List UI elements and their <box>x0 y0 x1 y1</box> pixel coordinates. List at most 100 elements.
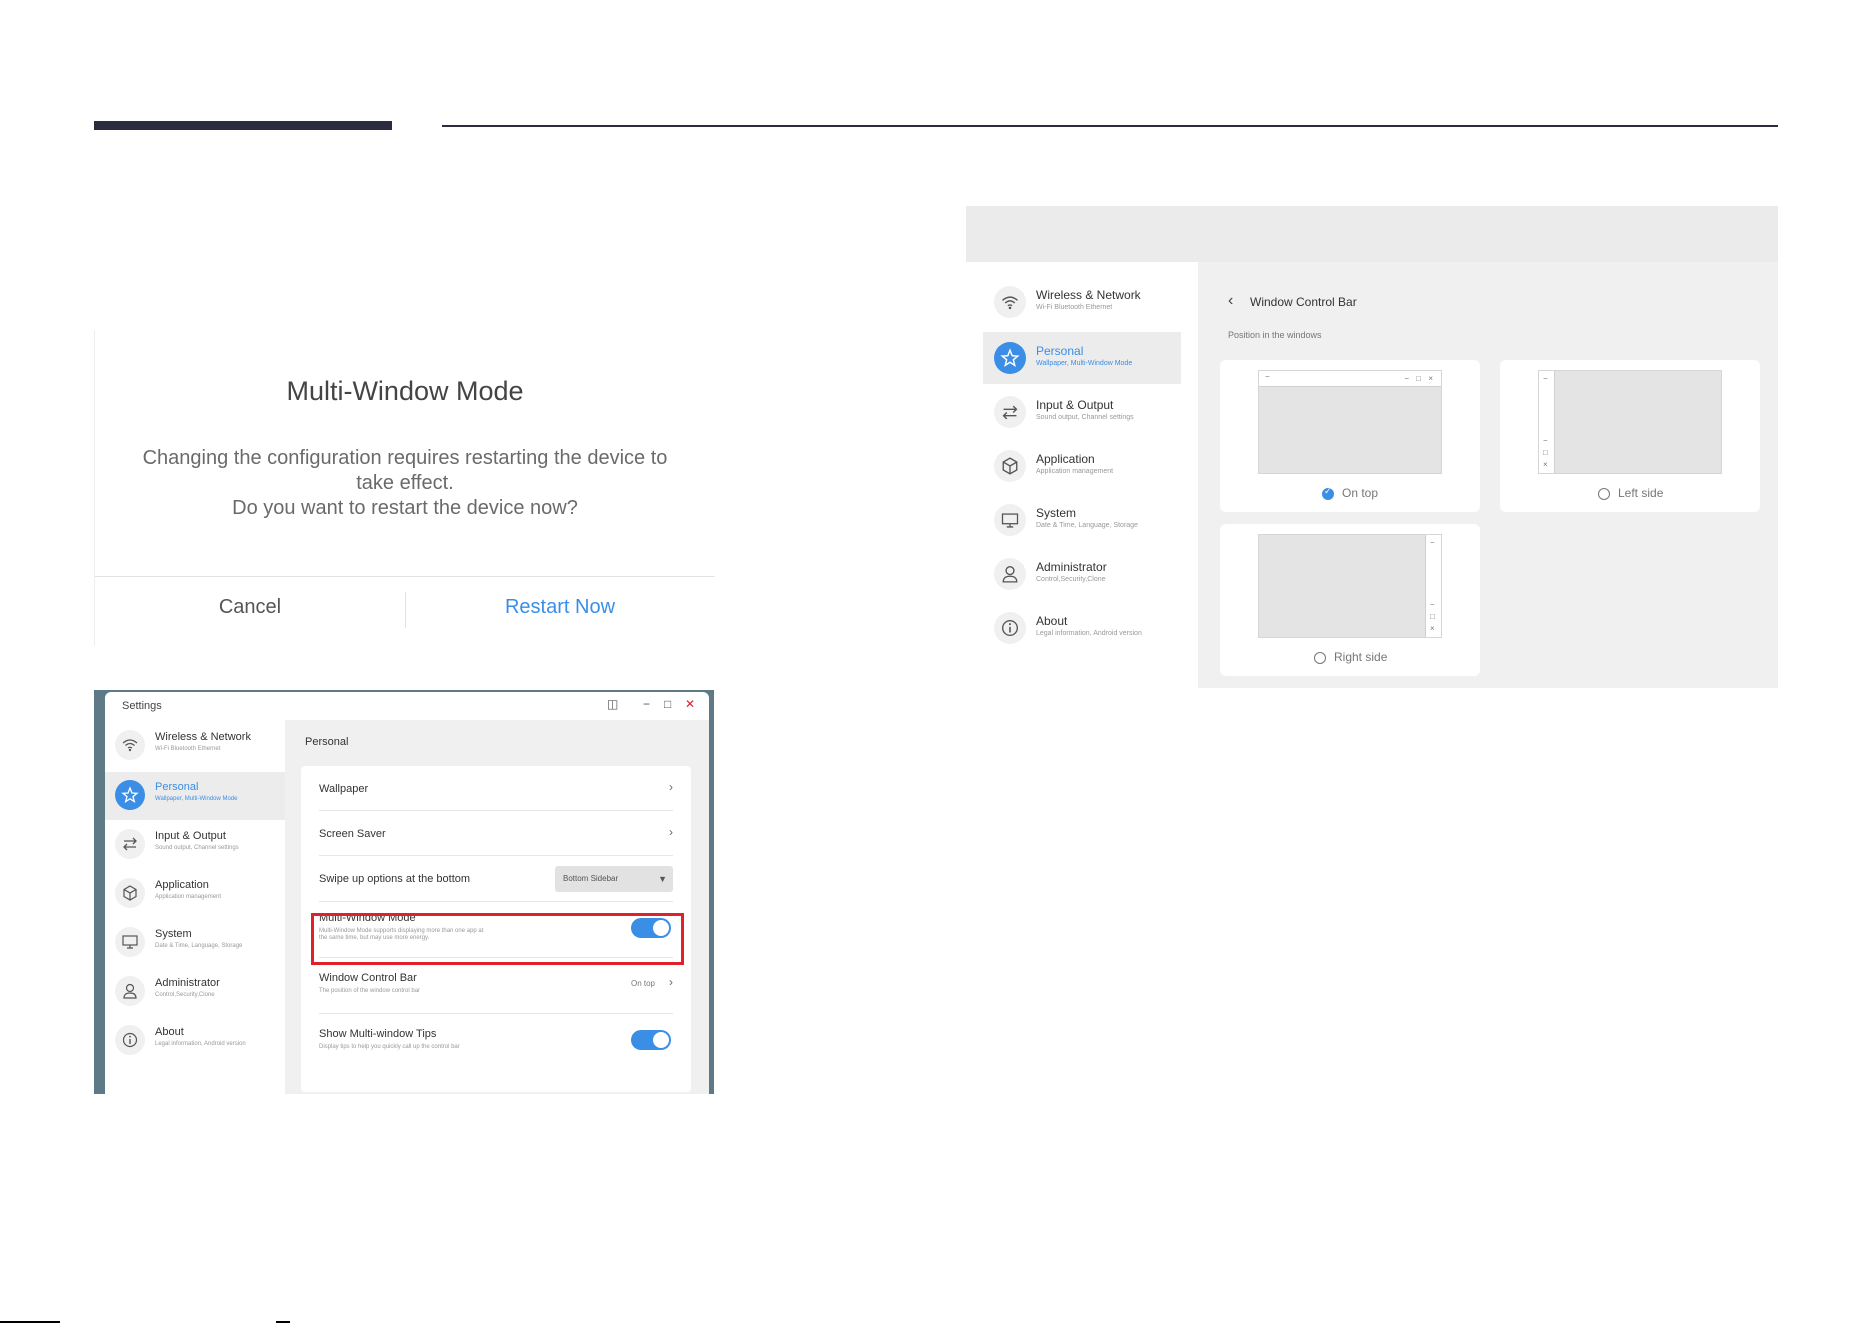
window-title: Settings <box>122 700 162 712</box>
screen-saver-row[interactable]: Screen Saver › <box>319 811 673 856</box>
sidebar-item-label: Application <box>155 879 209 891</box>
control-bar-left: − − □ × <box>1539 371 1555 473</box>
wifi-icon <box>115 730 145 760</box>
close-icon: × <box>1430 624 1435 633</box>
multi-window-tips-row[interactable]: Show Multi-window Tips Display tips to h… <box>319 1014 673 1070</box>
panel-title: Window Control Bar <box>1250 295 1357 309</box>
option-card-on-top[interactable]: − − □ × On top <box>1220 360 1480 512</box>
minimize-icon[interactable]: − <box>643 697 650 711</box>
cube-icon <box>115 878 145 908</box>
radio-left-side[interactable] <box>1598 488 1610 500</box>
multi-window-tips-toggle[interactable] <box>631 1030 671 1050</box>
sidebar-item-wireless-network[interactable]: Wireless & Network Wi-Fi Bluetooth Ether… <box>105 722 285 770</box>
right-side-preview: − − □ × <box>1258 534 1442 638</box>
window-control-bar-row[interactable]: Window Control Bar The position of the w… <box>319 958 673 1014</box>
radio-right-side[interactable] <box>1314 652 1326 664</box>
sidebar-item-about[interactable]: About Legal information, Android version <box>105 1017 285 1065</box>
dialog-divider <box>95 576 715 577</box>
monitor-icon <box>994 504 1026 536</box>
row-label: Window Control Bar <box>319 972 417 984</box>
sidebar-item-application[interactable]: Application Application management <box>966 440 1198 492</box>
option-card-right-side[interactable]: − − □ × Right side <box>1220 524 1480 676</box>
sidebar-item-input-output[interactable]: Input & Output Sound output, Channel set… <box>966 386 1198 438</box>
row-sublabel: Display tips to help you quickly call up… <box>319 1044 460 1050</box>
dialog-message-line: Do you want to restart the device now? <box>232 497 578 519</box>
maximize-icon: □ <box>1416 374 1421 383</box>
sidebar-item-sublabel: Date & Time, Language, Storage <box>155 943 243 949</box>
sidebar-item-label: Wireless & Network <box>155 731 251 743</box>
control-bar-right: − − □ × <box>1425 535 1441 637</box>
sidebar-item-sublabel: Control,Security,Clone <box>155 992 215 998</box>
close-icon: × <box>1428 374 1433 383</box>
star-icon <box>994 342 1026 374</box>
dialog-title: Multi-Window Mode <box>286 376 524 406</box>
restart-now-button[interactable]: Restart Now <box>405 596 715 619</box>
sidebar-item-label: System <box>1036 506 1077 520</box>
row-value: On top <box>630 979 655 988</box>
dialog-message-line: Changing the configuration requires rest… <box>142 447 668 469</box>
option-label: On top <box>1342 486 1379 500</box>
close-icon[interactable]: ✕ <box>685 697 695 711</box>
left-side-preview: − − □ × <box>1538 370 1722 474</box>
row-label: Screen Saver <box>319 828 386 840</box>
sidebar-item-input-output[interactable]: Input & Output Sound output, Channel set… <box>105 821 285 869</box>
radio-on-top[interactable] <box>1322 486 1334 500</box>
swipe-up-row: Swipe up options at the bottom Bottom Si… <box>319 856 673 902</box>
option-card-left-side[interactable]: − − □ × Left side <box>1500 360 1760 512</box>
sidebar-item-sublabel: Wi-Fi Bluetooth Ethernet <box>155 746 221 752</box>
sidebar-item-personal[interactable]: Personal Wallpaper, Multi-Window Mode <box>983 332 1181 384</box>
minimize-icon: − <box>1265 372 1270 381</box>
sidebar-item-sublabel: Date & Time, Language, Storage <box>1036 522 1138 529</box>
chevron-right-icon: › <box>669 780 673 794</box>
sidebar-item-system[interactable]: System Date & Time, Language, Storage <box>966 494 1198 546</box>
sidebar-item-about[interactable]: About Legal information, Android version <box>966 602 1198 654</box>
sidebar-item-application[interactable]: Application Application management <box>105 870 285 918</box>
sidebar-item-label: Administrator <box>1036 560 1107 574</box>
split-window-icon[interactable]: ◫ <box>607 697 618 711</box>
sidebar-item-label: Input & Output <box>1036 398 1114 412</box>
sidebar-item-sublabel: Application management <box>1036 468 1114 475</box>
sidebar-item-sublabel: Application management <box>155 894 222 900</box>
back-chevron-icon[interactable]: ‹ <box>1228 292 1233 310</box>
caret-down-icon: ▼ <box>658 874 667 884</box>
cancel-button[interactable]: Cancel <box>95 596 405 619</box>
sidebar-item-system[interactable]: System Date & Time, Language, Storage <box>105 919 285 967</box>
maximize-icon[interactable]: □ <box>664 697 671 711</box>
option-label: Right side <box>1334 650 1388 664</box>
sidebar-item-wireless-network[interactable]: Wireless & Network Wi-Fi Bluetooth Ether… <box>966 276 1198 328</box>
sidebar-item-sublabel: Legal information, Android version <box>1036 630 1142 637</box>
info-icon <box>994 612 1026 644</box>
row-sublabel: The position of the window control bar <box>319 988 421 994</box>
sidebar-item-label: Input & Output <box>155 830 226 842</box>
sidebar-item-administrator[interactable]: Administrator Control,Security,Clone <box>105 968 285 1016</box>
wallpaper-row[interactable]: Wallpaper › <box>319 766 673 811</box>
chevron-right-icon: › <box>669 975 673 989</box>
wcb-settings-sidebar: Wireless & Network Wi-Fi Bluetooth Ether… <box>966 262 1198 688</box>
sidebar-item-administrator[interactable]: Administrator Control,Security,Clone <box>966 548 1198 600</box>
on-top-preview: − − □ × <box>1258 370 1442 474</box>
row-label: Swipe up options at the bottom <box>319 873 471 885</box>
sidebar-item-label: Personal <box>155 781 199 793</box>
sidebar-item-label: Administrator <box>155 977 220 989</box>
sidebar-item-sublabel: Legal information, Android version <box>155 1041 246 1047</box>
sidebar-item-label: Application <box>1036 452 1095 466</box>
sidebar-item-label: About <box>1036 614 1068 628</box>
highlight-box <box>311 913 684 965</box>
swipe-up-dropdown[interactable]: Bottom Sidebar ▼ <box>555 866 673 892</box>
close-icon: × <box>1543 460 1548 469</box>
minimize-icon: − <box>1543 436 1548 445</box>
maximize-icon: □ <box>1543 448 1548 457</box>
cube-icon <box>994 450 1026 482</box>
dialog-message: Changing the configuration requires rest… <box>125 446 685 521</box>
settings-window: Settings ◫ − □ ✕ Wireless & Network Wi-F… <box>105 692 709 1094</box>
swap-icon <box>115 829 145 859</box>
settings-content: Personal Wallpaper › Screen Saver › Swip… <box>285 720 709 1094</box>
sidebar-item-personal[interactable]: Personal Wallpaper, Multi-Window Mode <box>105 772 285 820</box>
dropdown-value: Bottom Sidebar <box>563 874 619 883</box>
person-icon <box>994 558 1026 590</box>
sidebar-item-sublabel: Wi-Fi Bluetooth Ethernet <box>1036 304 1113 311</box>
window-titlebar: Settings ◫ − □ ✕ <box>105 692 709 720</box>
sidebar-item-sublabel: Sound output, Channel settings <box>1036 414 1134 421</box>
option-label: Left side <box>1618 486 1664 500</box>
sidebar-item-label: About <box>155 1026 184 1038</box>
